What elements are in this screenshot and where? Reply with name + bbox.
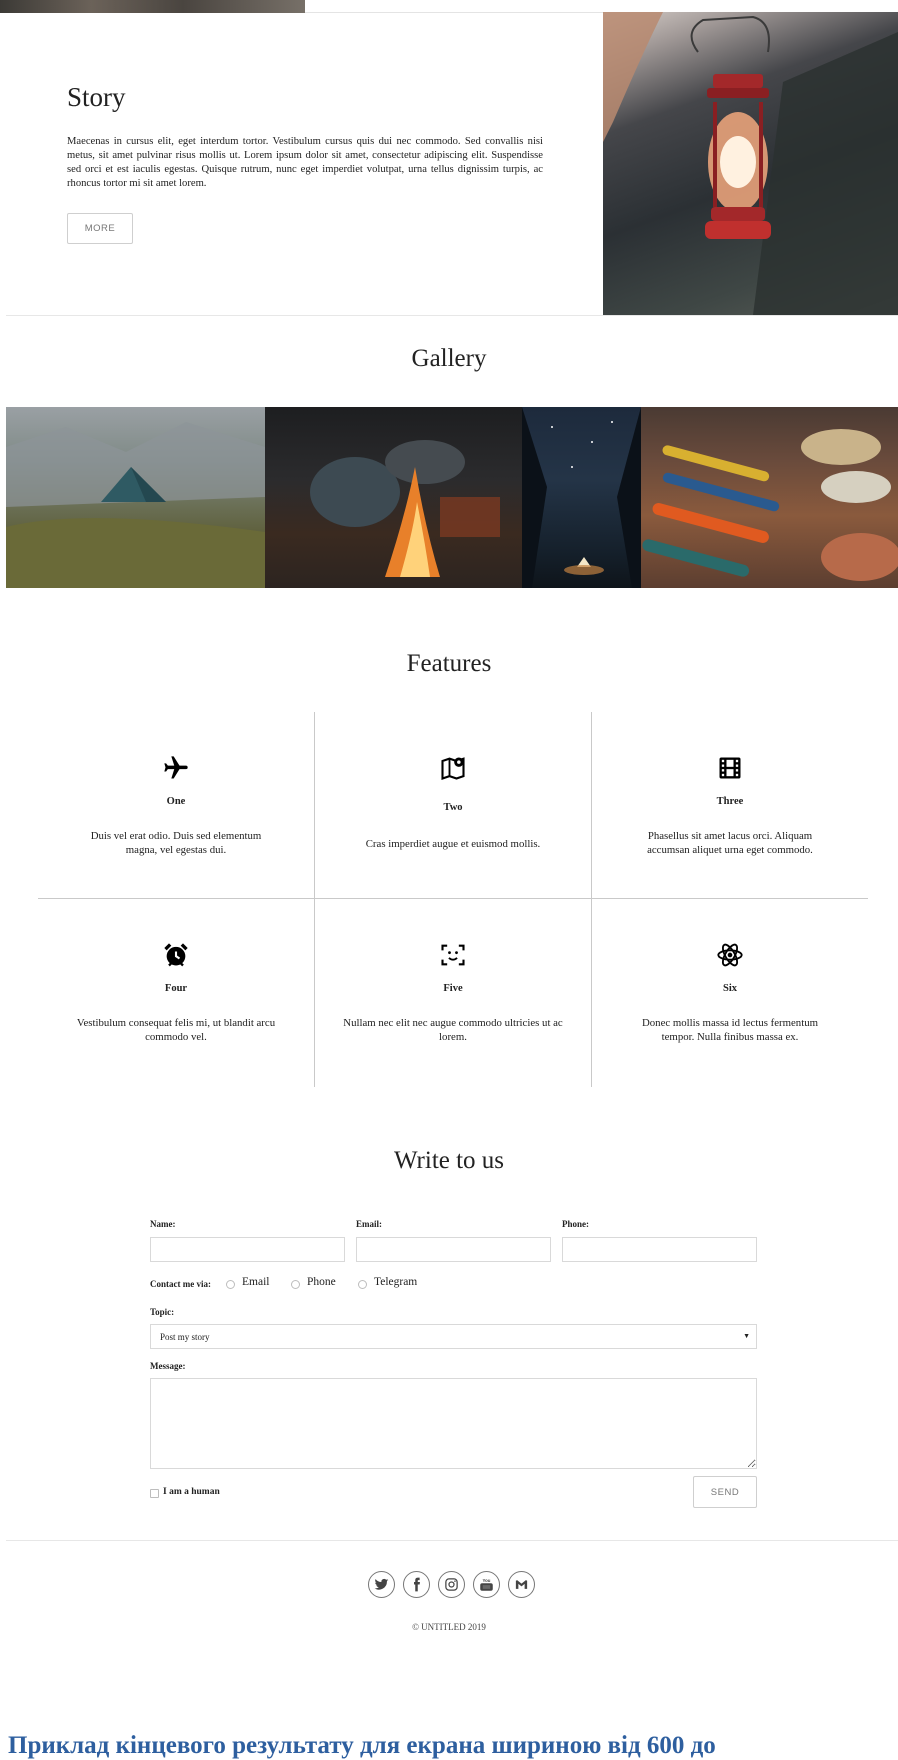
human-checkbox[interactable] (150, 1489, 159, 1498)
send-button[interactable]: SEND (693, 1476, 757, 1508)
previous-section-image (0, 0, 305, 13)
phone-label: Phone: (562, 1219, 589, 1229)
svg-text:You: You (483, 1578, 491, 1583)
gallery (6, 407, 898, 588)
feature-text: Nullam nec elit nec augue commodo ultric… (343, 1017, 563, 1043)
spices-image[interactable] (641, 407, 898, 588)
more-button[interactable]: MORE (67, 213, 133, 244)
feature-item: Five Nullam nec elit nec augue commodo u… (315, 941, 591, 1044)
radio-phone-label: Phone (307, 1276, 336, 1288)
facebook-icon[interactable] (403, 1571, 430, 1598)
page-caption: Приклад кінцевого результату для екрана … (8, 1732, 716, 1759)
radio-telegram-label: Telegram (374, 1276, 418, 1288)
feature-name: Three (716, 796, 744, 807)
alarm-clock-icon (164, 943, 188, 967)
feature-text: Duis vel erat odio. Duis sed elementum m… (90, 830, 262, 856)
phone-field[interactable] (562, 1237, 757, 1262)
feature-text: Cras imperdiet augue et euismod mollis. (365, 838, 541, 850)
divider (6, 315, 898, 316)
email-field[interactable] (356, 1237, 551, 1262)
radio-telegram[interactable] (358, 1280, 367, 1289)
feature-name: Two (443, 802, 463, 813)
message-label: Message: (150, 1361, 186, 1371)
feature-name: Four (164, 983, 188, 994)
twitter-icon[interactable] (368, 1571, 395, 1598)
contact-via-label: Contact me via: (150, 1279, 211, 1289)
feature-item: Three Phasellus sit amet lacus orci. Ali… (592, 754, 868, 857)
map-pin-icon (441, 757, 465, 780)
feature-text: Donec mollis massa id lectus fermentum t… (641, 1017, 818, 1043)
divider (38, 898, 868, 899)
feature-text: Phasellus sit amet lacus orci. Aliquam a… (647, 830, 813, 856)
topic-select-value: Post my story (160, 1332, 210, 1342)
feature-item: One Duis vel erat odio. Duis sed element… (38, 754, 314, 857)
message-field[interactable] (150, 1378, 757, 1469)
atom-icon (717, 943, 743, 967)
name-field[interactable] (150, 1237, 345, 1262)
radio-email[interactable] (226, 1280, 235, 1289)
email-label: Email: (356, 1219, 382, 1229)
contact-title: Write to us (393, 1147, 505, 1174)
gmail-icon[interactable] (508, 1571, 535, 1598)
night-sky-image[interactable] (522, 407, 641, 588)
story-text: Maecenas in cursus elit, eget interdum t… (67, 136, 543, 189)
campfire-image[interactable] (265, 407, 522, 588)
copyright: © UNTITLED 2019 (412, 1622, 486, 1632)
chevron-down-icon: ▼ (743, 1332, 750, 1340)
tent-image[interactable] (6, 407, 265, 588)
radio-email-label: Email (242, 1276, 270, 1288)
youtube-icon[interactable]: You (473, 1571, 500, 1598)
topic-select[interactable]: Post my story ▼ (150, 1324, 757, 1349)
feature-text: Vestibulum consequat felis mi, ut blandi… (76, 1017, 276, 1043)
topic-label: Topic: (150, 1307, 175, 1317)
features-title: Features (406, 650, 492, 677)
name-label: Name: (150, 1219, 176, 1229)
feature-name: Five (443, 983, 463, 994)
airplane-icon (164, 756, 188, 779)
feature-name: One (166, 796, 186, 807)
face-scan-icon (441, 944, 465, 966)
gallery-title: Gallery (411, 345, 487, 372)
film-icon (719, 757, 741, 779)
feature-item: Six Donec mollis massa id lectus ferment… (592, 941, 868, 1044)
feature-item: Four Vestibulum consequat felis mi, ut b… (38, 941, 314, 1044)
lantern-image (603, 12, 898, 315)
instagram-icon[interactable] (438, 1571, 465, 1598)
human-checkbox-label: I am a human (163, 1487, 220, 1497)
divider (6, 1540, 898, 1541)
feature-item: Two Cras imperdiet augue et euismod moll… (315, 754, 591, 851)
radio-phone[interactable] (291, 1280, 300, 1289)
feature-name: Six (722, 983, 737, 994)
story-title: Story (67, 82, 126, 112)
